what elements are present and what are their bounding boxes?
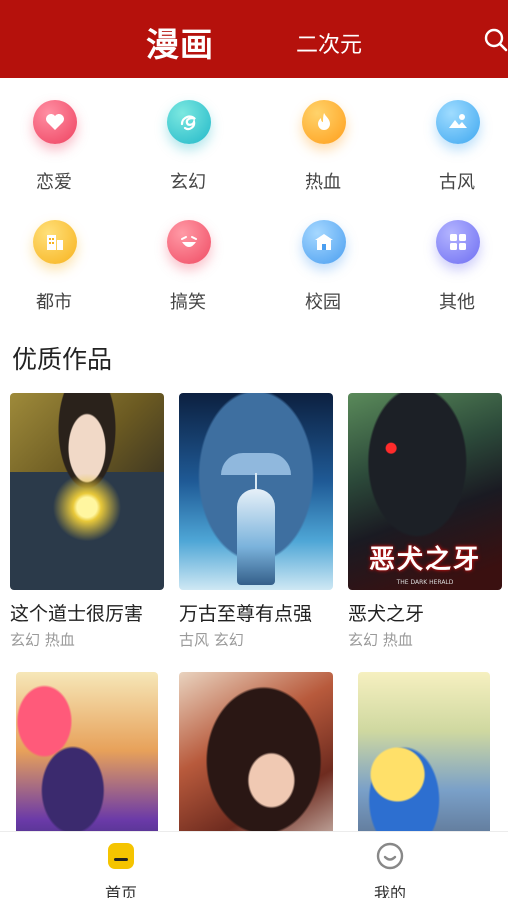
category-action[interactable]: 热血 bbox=[273, 96, 373, 206]
grid-icon bbox=[436, 220, 480, 264]
home-icon bbox=[107, 842, 135, 870]
laugh-icon bbox=[167, 220, 211, 264]
comic-tags: 玄幻 热血 bbox=[348, 631, 413, 649]
cover-title-art: 恶犬之牙 bbox=[368, 545, 481, 575]
category-urban[interactable]: 都市 bbox=[4, 216, 104, 326]
category-label: 恋爱 bbox=[36, 172, 72, 193]
category-label: 校园 bbox=[305, 292, 341, 313]
top-header: 漫画 二次元 bbox=[0, 0, 508, 78]
category-romance[interactable]: 恋爱 bbox=[4, 96, 104, 206]
building-icon bbox=[33, 220, 77, 264]
category-label: 都市 bbox=[36, 292, 72, 313]
category-comedy[interactable]: 搞笑 bbox=[138, 216, 238, 326]
bottom-nav: 首页 我的 bbox=[0, 831, 508, 898]
comic-cover[interactable] bbox=[10, 393, 164, 590]
category-fantasy[interactable]: 玄幻 bbox=[138, 96, 238, 206]
flame-icon bbox=[302, 100, 346, 144]
landscape-icon bbox=[436, 100, 480, 144]
category-label: 玄幻 bbox=[170, 172, 206, 193]
comic-title: 万古至尊有点强 bbox=[179, 603, 313, 625]
cover-subtitle-art: THE DARK HERALD bbox=[396, 579, 454, 586]
category-ancient[interactable]: 古风 bbox=[407, 96, 507, 206]
comic-title: 恶犬之牙 bbox=[348, 603, 425, 625]
category-campus[interactable]: 校园 bbox=[273, 216, 373, 326]
umbrella-art bbox=[221, 453, 291, 475]
heart-icon bbox=[33, 100, 77, 144]
section-title: 优质作品 bbox=[12, 345, 113, 374]
nav-label: 首页 bbox=[104, 884, 137, 898]
search-icon[interactable] bbox=[484, 28, 508, 52]
tab-manga[interactable]: 漫画 bbox=[146, 18, 214, 66]
school-icon bbox=[302, 220, 346, 264]
nav-home[interactable]: 首页 bbox=[61, 832, 181, 898]
category-label: 其他 bbox=[439, 292, 475, 313]
comic-cover[interactable]: 恶犬之牙 THE DARK HERALD bbox=[348, 393, 502, 590]
tab-anime[interactable]: 二次元 bbox=[296, 27, 362, 59]
comic-tags: 玄幻 热血 bbox=[10, 631, 75, 649]
category-label: 热血 bbox=[305, 172, 341, 193]
nav-label: 我的 bbox=[373, 884, 406, 898]
swirl-icon bbox=[167, 100, 211, 144]
category-label: 古风 bbox=[439, 172, 475, 193]
comic-tags: 古风 玄幻 bbox=[179, 631, 244, 649]
profile-icon bbox=[376, 842, 404, 870]
comic-cover[interactable] bbox=[179, 393, 333, 590]
nav-profile[interactable]: 我的 bbox=[330, 832, 450, 898]
category-label: 搞笑 bbox=[170, 292, 206, 313]
category-other[interactable]: 其他 bbox=[407, 216, 507, 326]
comic-title: 这个道士很厉害 bbox=[10, 603, 144, 625]
figure-art bbox=[237, 489, 275, 585]
